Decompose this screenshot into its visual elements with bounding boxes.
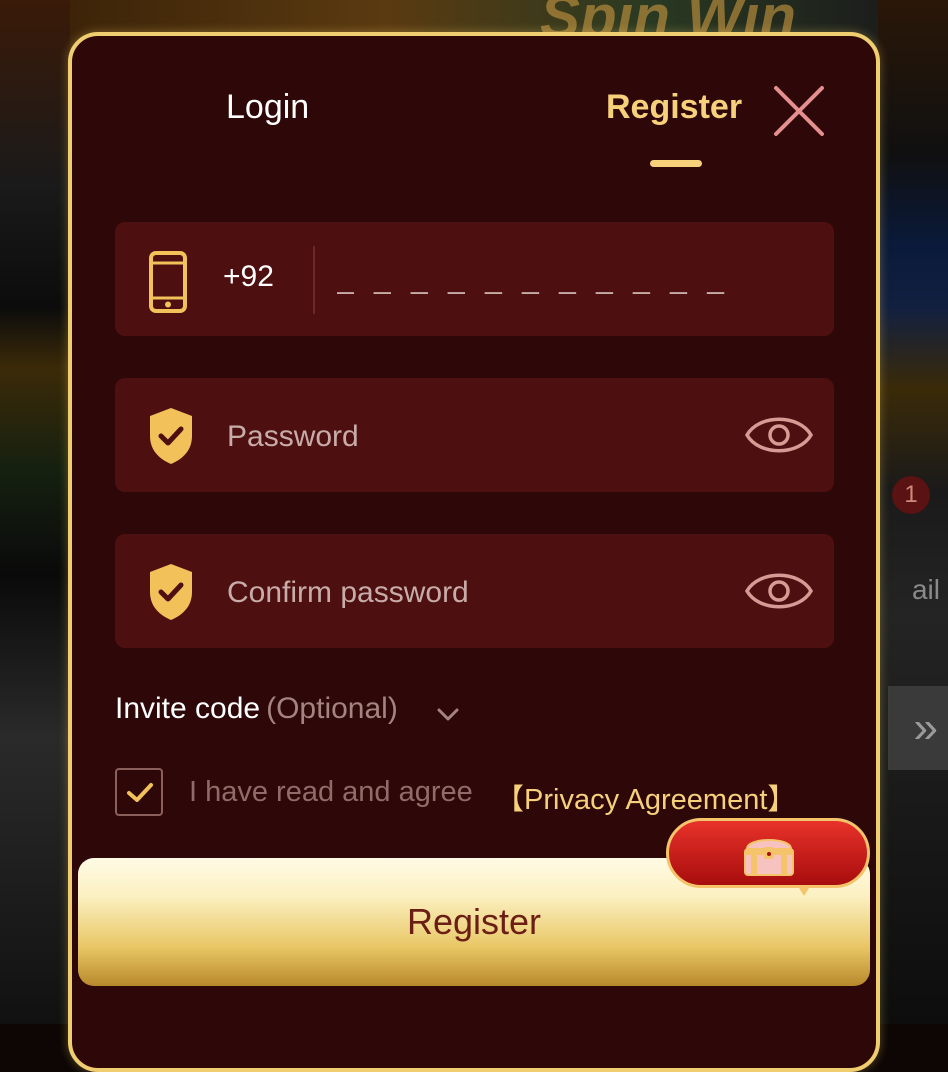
background-side-label: ail — [911, 574, 940, 605]
toggle-password-visibility[interactable] — [744, 410, 814, 465]
agreement-text: I have read and agree — [189, 776, 473, 808]
privacy-agreement-link[interactable]: 【Privacy Agreement】 — [495, 776, 796, 818]
tab-register[interactable]: Register — [606, 88, 742, 127]
toggle-confirm-password-visibility[interactable] — [744, 566, 814, 621]
invite-code-toggle[interactable]: Invite code (Optional) — [115, 692, 459, 726]
country-code[interactable]: +92 — [223, 260, 274, 294]
background-notification-badge: 1 — [892, 476, 930, 514]
agreement-checkbox[interactable] — [115, 768, 163, 816]
shield-check-icon — [147, 562, 195, 627]
treasure-chest-icon — [744, 839, 794, 876]
shield-check-icon — [147, 406, 195, 471]
confirm-password-field — [115, 534, 834, 648]
password-field — [115, 378, 834, 492]
invite-code-optional: (Optional) — [266, 692, 398, 725]
phone-icon — [147, 250, 189, 319]
confirm-password-input[interactable] — [225, 564, 709, 622]
close-button[interactable] — [768, 80, 830, 142]
eye-icon — [744, 573, 814, 609]
field-divider — [313, 246, 315, 314]
chevron-down-icon — [437, 696, 459, 730]
password-input[interactable] — [225, 408, 709, 466]
eye-icon — [744, 417, 814, 453]
close-icon — [774, 86, 824, 136]
background-scroll-arrow: » — [888, 686, 948, 770]
background-left-games — [0, 0, 70, 1024]
phone-field: +92 — [115, 222, 834, 336]
active-tab-indicator — [650, 160, 702, 167]
invite-code-label: Invite code — [115, 692, 261, 725]
tab-login[interactable]: Login — [226, 88, 309, 127]
gift-bubble[interactable] — [666, 818, 870, 888]
phone-number-input[interactable] — [335, 250, 779, 308]
checkmark-icon — [127, 783, 153, 802]
